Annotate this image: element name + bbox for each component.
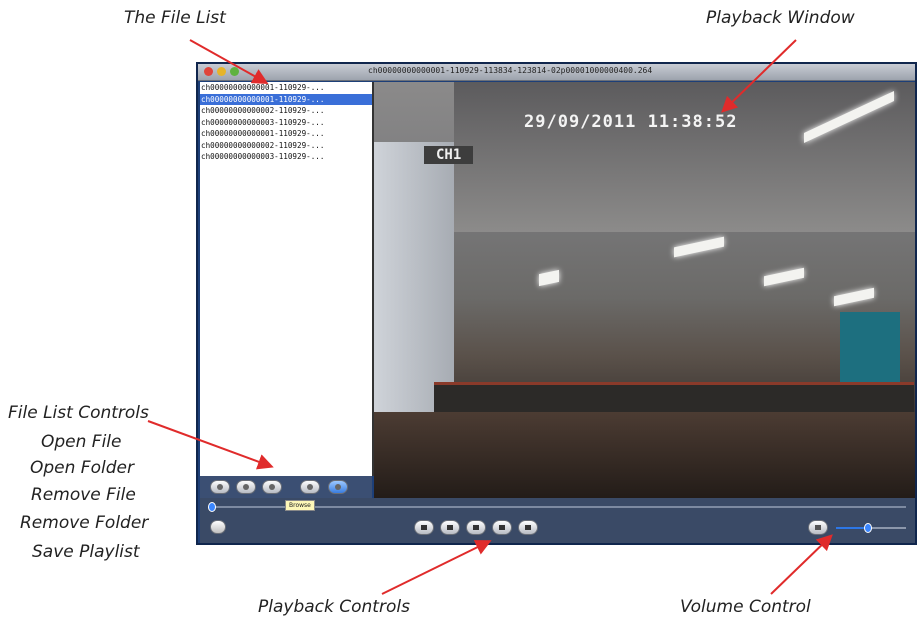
player-window: ch00000000000001-110929-113834-123814-02… (196, 62, 917, 545)
playback-window: 29/09/2011 11:38:52 CH1 (374, 82, 915, 498)
annotation-volume-control: Volume Control (680, 597, 811, 617)
ceiling-light (764, 267, 804, 287)
file-list-item[interactable]: ch00000000000002-110929-... (200, 140, 372, 152)
arrow-volume-control (770, 534, 833, 595)
save-playlist-icon (335, 484, 341, 490)
progress-knob[interactable] (208, 502, 216, 512)
play-button[interactable] (414, 520, 434, 535)
arrow-playback-controls (381, 540, 492, 595)
annotation-remove-file: Remove File (31, 485, 136, 505)
volume-slider[interactable] (836, 523, 906, 533)
annotation-file-list-controls: File List Controls (8, 403, 149, 423)
tooltip: Browse (285, 500, 315, 511)
play-icon (421, 525, 427, 530)
rewind-button[interactable] (466, 520, 486, 535)
save-playlist-button[interactable] (328, 480, 348, 494)
open-file-button[interactable] (210, 480, 230, 494)
file-list-item[interactable]: ch00000000000003-110929-... (200, 117, 372, 129)
file-list-item[interactable]: ch00000000000002-110929-... (200, 105, 372, 117)
volume-knob[interactable] (863, 523, 872, 533)
video-ceiling (454, 82, 915, 232)
open-file-icon (217, 484, 223, 490)
file-list-item[interactable]: ch00000000000001-110929-... (200, 82, 372, 94)
window-title: ch00000000000001-110929-113834-123814-02… (368, 66, 653, 75)
remove-file-icon (269, 484, 275, 490)
fast-forward-icon (525, 525, 531, 530)
video-timestamp: 29/09/2011 11:38:52 (524, 112, 738, 132)
annotation-file-list: The File List (124, 8, 226, 28)
control-bar: Browse (200, 498, 915, 543)
file-list-item[interactable]: ch00000000000001-110929-... (200, 128, 372, 140)
open-folder-icon (243, 484, 249, 490)
annotation-save-playlist: Save Playlist (32, 542, 140, 562)
annotation-playback-window: Playback Window (706, 8, 855, 28)
annotation-playback-controls: Playback Controls (258, 597, 410, 617)
open-folder-button[interactable] (236, 480, 256, 494)
close-icon[interactable] (204, 67, 213, 76)
file-list-item[interactable]: ch00000000000003-110929-... (200, 151, 372, 163)
file-list[interactable]: ch00000000000001-110929-... ch00000000000… (200, 82, 374, 476)
stop-icon (447, 525, 453, 530)
rewind-icon (473, 525, 479, 530)
speaker-icon (815, 525, 821, 530)
mute-button[interactable] (808, 520, 828, 535)
fast-forward-button[interactable] (518, 520, 538, 535)
annotation-open-folder: Open Folder (30, 458, 134, 478)
title-bar: ch00000000000001-110929-113834-123814-02… (198, 64, 915, 81)
ceiling-light (834, 287, 874, 307)
file-list-item[interactable]: ch00000000000001-110929-... (200, 93, 372, 105)
remove-file-button[interactable] (262, 480, 282, 494)
zoom-icon[interactable] (230, 67, 239, 76)
step-button[interactable] (492, 520, 512, 535)
video-floor (374, 412, 915, 498)
video-channel-label: CH1 (424, 146, 474, 164)
minimize-icon[interactable] (217, 67, 226, 76)
annotation-open-file: Open File (41, 432, 122, 452)
playlist-toggle-button[interactable] (210, 520, 226, 534)
remove-folder-icon (307, 484, 313, 490)
ceiling-light (539, 269, 559, 287)
ceiling-light (674, 236, 724, 258)
step-icon (499, 525, 505, 530)
stop-button[interactable] (440, 520, 460, 535)
annotation-remove-folder: Remove Folder (20, 513, 149, 533)
remove-folder-button[interactable] (300, 480, 320, 494)
file-list-controls (200, 476, 372, 498)
volume-fill (836, 527, 868, 529)
